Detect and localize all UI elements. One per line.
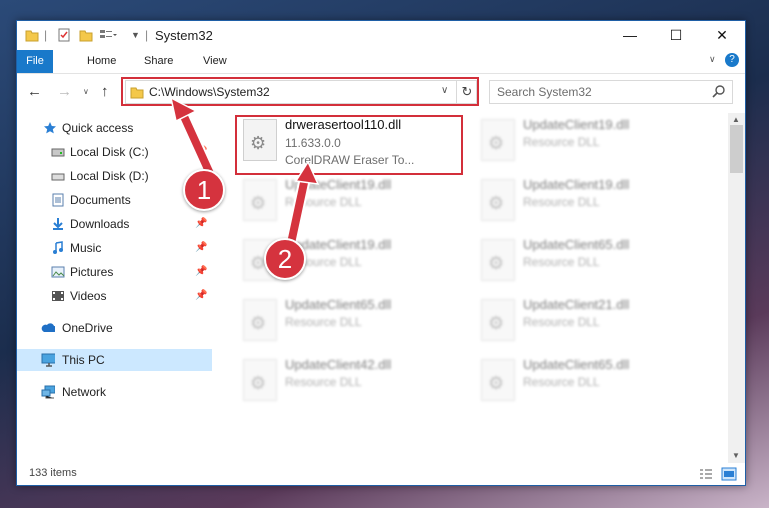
callout-badge-2: 2	[264, 238, 306, 280]
annotation-arrows	[169, 96, 320, 250]
callout-badge-1: 1	[183, 169, 225, 211]
